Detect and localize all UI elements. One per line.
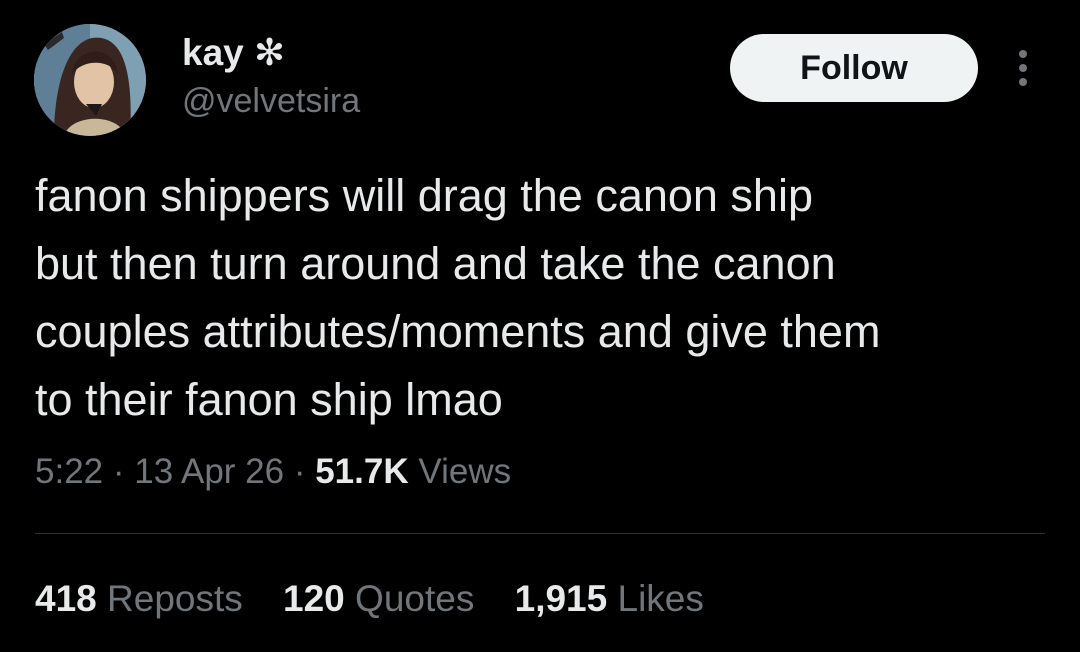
tweet-time[interactable]: 5:22 — [35, 452, 103, 491]
views-count: 51.7K — [315, 452, 409, 491]
author-display-name[interactable]: kay ✻ — [182, 30, 285, 76]
quotes-label: Quotes — [355, 578, 475, 619]
reposts-count: 418 — [35, 578, 97, 619]
author-handle[interactable]: @velvetsira — [182, 80, 360, 122]
reposts-stat[interactable]: 418 Reposts — [35, 578, 243, 619]
tweet-card: kay ✻ @velvetsira Follow fanon shippers … — [0, 0, 1080, 652]
meta-separator: · — [293, 452, 306, 491]
meta-separator: · — [112, 452, 125, 491]
likes-stat[interactable]: 1,915 Likes — [515, 578, 704, 619]
views-label: Views — [418, 452, 512, 491]
more-vertical-icon[interactable] — [1008, 46, 1038, 90]
reposts-label: Reposts — [107, 578, 243, 619]
avatar[interactable] — [34, 24, 146, 136]
quotes-count: 120 — [283, 578, 345, 619]
likes-count: 1,915 — [514, 578, 608, 619]
divider — [35, 533, 1045, 534]
quotes-stat[interactable]: 120 Quotes — [283, 578, 474, 619]
follow-button[interactable]: Follow — [730, 34, 978, 102]
engagement-stats: 418 Reposts 120 Quotes 1,915 Likes — [35, 576, 734, 622]
likes-label: Likes — [617, 578, 704, 619]
tweet-meta: 5:22 · 13 Apr 26 · 51.7K Views — [35, 450, 511, 494]
tweet-text: fanon shippers will drag the canon ship … — [35, 170, 881, 425]
avatar-illustration — [34, 24, 146, 136]
tweet-date[interactable]: 13 Apr 26 — [134, 452, 284, 491]
